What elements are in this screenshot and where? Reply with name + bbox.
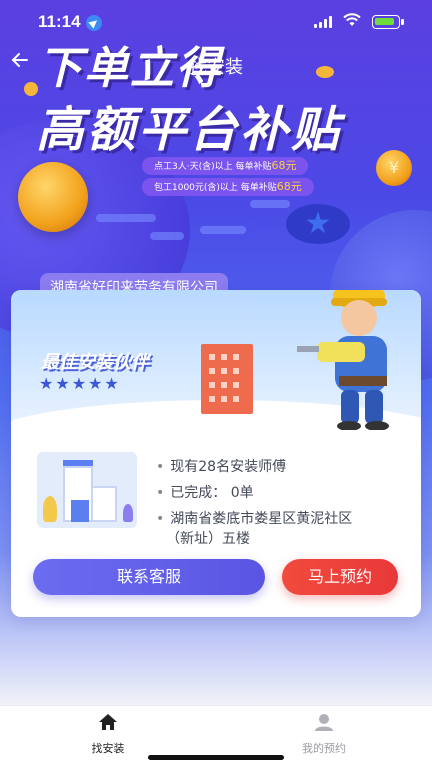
company-address: 湖南省娄底市娄星区黄泥社区: [156, 508, 352, 528]
home-icon: [99, 714, 117, 730]
promo-tag-2: 包工1000元(含)以上 每单补贴68元: [142, 178, 314, 196]
promo-text: 点工3人·天(含)以上 每单补贴: [154, 162, 272, 172]
home-indicator: [148, 755, 284, 760]
status-bar: 11:14: [0, 0, 432, 44]
company-illustration: [37, 452, 137, 528]
tab-label: 找安装: [91, 742, 125, 755]
tab-label: 我的预约: [302, 742, 346, 755]
battery-icon: [372, 15, 404, 29]
page-title: 找安装: [189, 57, 243, 78]
wifi-icon: [343, 13, 361, 31]
promo-text: 包工1000元(含)以上 每单补贴: [154, 183, 277, 193]
company-address-line2: （新址）五楼: [166, 531, 250, 547]
location-arrow-icon: [86, 15, 102, 31]
cellular-signal-icon: [314, 16, 334, 28]
decor-stripe: [250, 200, 290, 208]
hero-headline-2: 高额平台补贴: [36, 104, 343, 157]
coin-icon: [18, 162, 88, 232]
decor-stripe: [96, 214, 156, 222]
status-time: 11:14: [38, 12, 81, 31]
promo-tag-1: 点工3人·天(含)以上 每单补贴68元: [142, 157, 309, 175]
star-badge-icon: ★: [286, 204, 350, 244]
building-illustration: [201, 344, 253, 414]
tab-find-install[interactable]: 找安装: [48, 712, 168, 756]
banner-label: 最佳安装伙伴: [41, 352, 149, 373]
tab-my-bookings[interactable]: 我的预约: [264, 712, 384, 756]
promo-amount: 68元: [271, 159, 297, 172]
user-icon: [315, 714, 333, 731]
decor-stripe: [200, 226, 246, 234]
installer-count: 现有28名安装师傅: [156, 456, 286, 476]
app-screen: ★ ¥ 下单立得 高额平台补贴 点工3人·天(含)以上 每单补贴68元 包工10…: [0, 0, 432, 768]
contact-service-button[interactable]: 联系客服: [33, 559, 265, 595]
coin-icon: ¥: [376, 150, 412, 186]
card-banner: 最佳安装伙伴 ★★★★★: [11, 290, 421, 430]
decor-stripe: [150, 232, 184, 240]
worker-illustration: [297, 290, 389, 430]
company-card: 最佳安装伙伴 ★★★★★ • 现有28名安装师傅 • 已完成： 0单 • 湖南省…: [11, 290, 421, 617]
promo-amount: 68元: [276, 180, 302, 193]
book-now-button[interactable]: 马上预约: [282, 559, 398, 595]
completed-orders: 已完成： 0单: [156, 482, 253, 502]
rating-stars: ★★★★★: [39, 374, 121, 393]
